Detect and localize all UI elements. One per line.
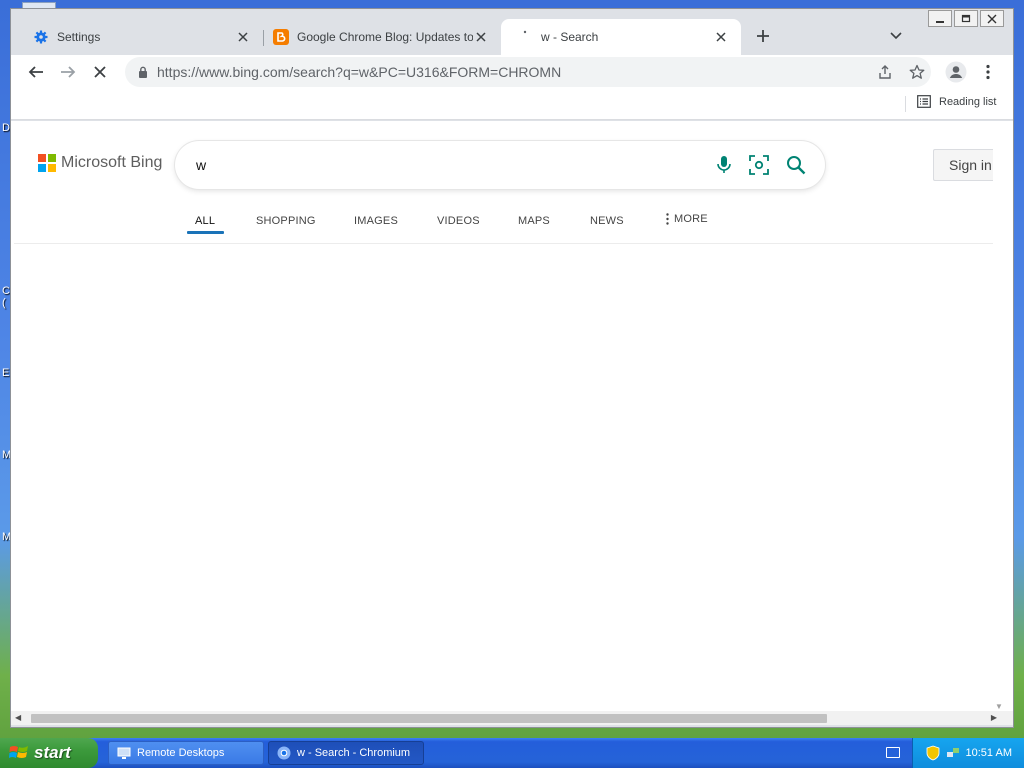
desktop-icon-label-fragment: ( [2, 297, 6, 309]
tab-shopping[interactable]: SHOPPING [256, 215, 316, 227]
reading-list-label: Reading list [939, 95, 997, 108]
menu-button[interactable] [975, 59, 1001, 85]
vertical-scrollbar[interactable]: ▼ [993, 121, 1005, 711]
desktop-icon-label-fragment: D [2, 122, 10, 134]
horizontal-scrollbar[interactable]: ◀ ▶ [11, 711, 1013, 725]
star-bookmark-icon[interactable] [907, 62, 927, 82]
scroll-left-arrow-icon[interactable]: ◀ [15, 713, 21, 722]
avatar-icon [945, 61, 967, 83]
network-icon[interactable] [946, 746, 960, 760]
close-icon [238, 31, 248, 42]
brand-name: Microsoft Bing [61, 154, 163, 171]
microphone-icon[interactable] [712, 153, 736, 177]
clock: 10:51 AM [965, 747, 1012, 759]
scroll-down-arrow-icon[interactable]: ▼ [995, 702, 1003, 711]
close-icon [716, 31, 726, 42]
reading-list-icon [917, 95, 931, 108]
share-icon[interactable] [875, 62, 895, 82]
close-icon [94, 66, 106, 78]
tab-title: Google Chrome Blog: Updates to Ch [297, 30, 473, 44]
plus-icon [757, 30, 769, 42]
new-tab-button[interactable] [751, 24, 775, 48]
desktop-icon-label-fragment: E [2, 367, 10, 379]
url-text: https://www.bing.com/search?q=w&PC=U316&… [157, 64, 562, 80]
nav-divider [14, 243, 994, 244]
tab-search-button[interactable] [885, 25, 907, 47]
active-tab-indicator [187, 231, 224, 234]
scroll-right-arrow-icon[interactable]: ▶ [991, 713, 997, 722]
blogger-icon [273, 29, 289, 45]
reading-list-button[interactable]: Reading list [917, 95, 996, 108]
tab-title: w - Search [541, 30, 599, 44]
tab-bing-search[interactable]: w - Search [501, 19, 741, 55]
taskbar-item-label: Remote Desktops [137, 747, 225, 759]
tab-close-button[interactable] [713, 29, 729, 46]
bookmarks-separator [905, 96, 906, 112]
loading-spinner-icon [517, 29, 533, 45]
tab-more[interactable]: MORE [666, 213, 708, 225]
stop-loading-button[interactable] [87, 59, 113, 85]
tab-close-button[interactable] [473, 29, 489, 46]
back-button[interactable] [23, 59, 49, 85]
forward-button[interactable] [55, 59, 81, 85]
start-button[interactable]: start [0, 738, 98, 768]
remote-desktop-icon [117, 747, 131, 759]
gear-icon [33, 29, 49, 45]
search-input[interactable]: w [196, 157, 206, 173]
arrow-right-icon [61, 66, 76, 78]
horizontal-scroll-thumb[interactable] [31, 714, 827, 723]
browser-window: Settings Google Chrome Blog: Updates to … [10, 8, 1014, 728]
address-bar[interactable]: https://www.bing.com/search?q=w&PC=U316&… [125, 57, 931, 87]
tab-more-label: MORE [674, 213, 708, 225]
browser-toolbar: https://www.bing.com/search?q=w&PC=U316&… [11, 55, 1013, 89]
tab-close-button[interactable] [235, 29, 251, 46]
security-shield-icon[interactable] [926, 745, 940, 761]
tab-news[interactable]: NEWS [590, 215, 624, 227]
system-tray: 10:51 AM [912, 738, 1024, 768]
tab-strip: Settings Google Chrome Blog: Updates to … [11, 19, 1013, 55]
keyboard-icon[interactable] [886, 747, 900, 758]
tab-videos[interactable]: VIDEOS [437, 215, 480, 227]
visual-search-icon[interactable] [747, 153, 771, 177]
chromium-icon [277, 746, 291, 760]
page-content: Microsoft Bing w Sign in ALL SHOPPING IM… [11, 121, 1013, 711]
tab-chrome-blog[interactable]: Google Chrome Blog: Updates to Ch [263, 19, 501, 55]
taskbar-item-remote-desktops[interactable]: Remote Desktops [108, 741, 264, 765]
tab-images[interactable]: IMAGES [354, 215, 398, 227]
more-vertical-icon [986, 64, 990, 80]
windows-logo-icon [9, 746, 28, 758]
search-icon[interactable] [784, 153, 808, 177]
close-icon [476, 31, 486, 42]
microsoft-logo-icon [38, 154, 56, 172]
desktop-icon-label-fragment: C [2, 285, 10, 297]
arrow-left-icon [28, 66, 43, 78]
profile-button[interactable] [943, 59, 969, 85]
bing-logo[interactable]: Microsoft Bing [38, 154, 162, 172]
lock-icon [129, 66, 157, 78]
tab-settings[interactable]: Settings [11, 19, 263, 55]
taskbar-item-label: w - Search - Chromium [297, 747, 411, 759]
chevron-down-icon [890, 32, 902, 40]
taskbar: start Remote Desktops w - Search - Chrom… [0, 738, 1024, 768]
more-vertical-icon [666, 213, 669, 225]
search-box: w [175, 141, 825, 189]
bookmarks-bar: Reading list [11, 89, 1013, 120]
taskbar-item-chromium[interactable]: w - Search - Chromium [268, 741, 424, 765]
tab-maps[interactable]: MAPS [518, 215, 550, 227]
tab-title: Settings [57, 30, 101, 44]
start-label: start [34, 743, 71, 762]
tab-all[interactable]: ALL [195, 215, 215, 227]
